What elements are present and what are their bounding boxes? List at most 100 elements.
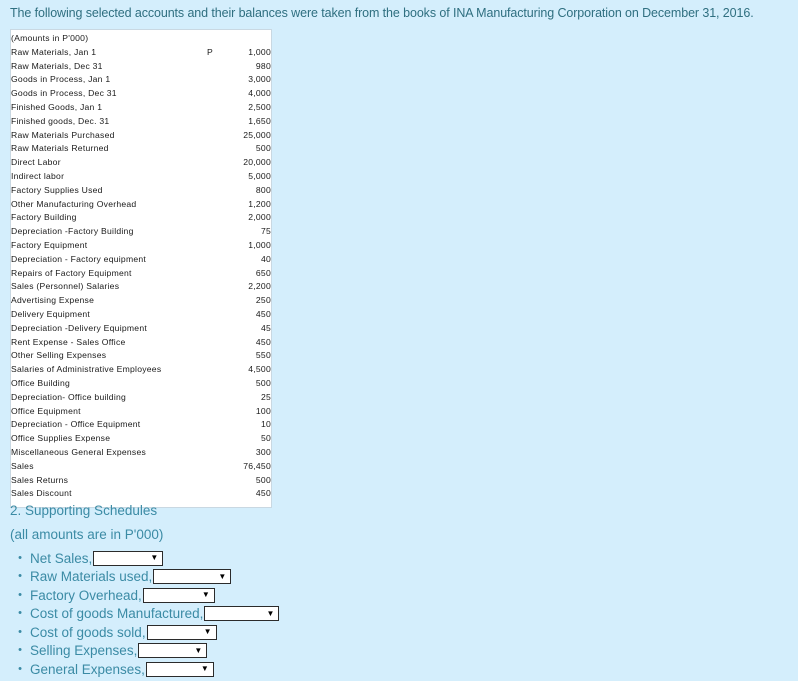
account-amount: 1,200 bbox=[248, 198, 271, 209]
table-row: Raw Materials, Jan 1 P 1,000 bbox=[11, 46, 271, 60]
chevron-down-icon: ▼ bbox=[150, 553, 159, 562]
account-amount: 100 bbox=[255, 405, 271, 416]
account-currency-symbol bbox=[207, 418, 223, 432]
table-row: Finished goods, Dec. 31 1,650 bbox=[11, 115, 271, 129]
chevron-down-icon: ▼ bbox=[200, 664, 209, 673]
list-item: • Net Sales, ▼ bbox=[0, 549, 279, 567]
account-label: Indirect labor bbox=[11, 170, 65, 181]
chevron-down-icon: ▼ bbox=[201, 590, 210, 599]
table-row: Other Selling Expenses 550 bbox=[11, 349, 271, 363]
schedule-item-label: Cost of goods sold, bbox=[30, 624, 146, 640]
bullet-icon: • bbox=[18, 588, 22, 601]
table-row: Goods in Process, Jan 1 3,000 bbox=[11, 73, 271, 87]
schedule-answer-dropdown[interactable]: ▼ bbox=[204, 606, 280, 621]
account-amount: 980 bbox=[255, 60, 271, 71]
table-row: Raw Materials Purchased 25,000 bbox=[11, 129, 271, 143]
account-amount: 25 bbox=[260, 391, 271, 402]
account-label: Raw Materials, Dec 31 bbox=[11, 60, 103, 71]
account-currency-symbol: P bbox=[207, 46, 213, 57]
account-amount: 500 bbox=[255, 474, 271, 485]
account-label: Delivery Equipment bbox=[11, 308, 91, 319]
table-row: Direct Labor 20,000 bbox=[11, 156, 271, 170]
account-label: Sales (Personnel) Salaries bbox=[11, 281, 120, 292]
table-row-caption: (Amounts in P'000) bbox=[11, 32, 271, 46]
account-label: Sales bbox=[11, 460, 34, 471]
list-item: • Cost of goods Manufactured, ▼ bbox=[0, 605, 280, 623]
table-row: Salaries of Administrative Employees 4,50… bbox=[11, 363, 271, 377]
schedule-item-label: Selling Expenses, bbox=[30, 643, 138, 658]
table-row: Depreciation - Office Equipment 10 bbox=[11, 418, 271, 432]
account-label: Depreciation- Office building bbox=[11, 391, 127, 402]
account-label: Office Building bbox=[11, 377, 71, 388]
account-currency-symbol bbox=[207, 294, 223, 308]
schedule-answer-dropdown[interactable]: ▼ bbox=[145, 661, 214, 677]
account-amount: 2,200 bbox=[248, 281, 271, 292]
accounts-table-body: (Amounts in P'000) Raw Materials, Jan 1 P… bbox=[11, 32, 271, 501]
list-item: • Factory Overhead, ▼ bbox=[0, 586, 279, 604]
bullet-icon: • bbox=[18, 644, 22, 656]
account-currency-symbol bbox=[207, 308, 223, 322]
bullet-icon: • bbox=[18, 607, 22, 619]
account-currency-symbol bbox=[207, 101, 223, 115]
table-row: Miscellaneous General Expenses 300 bbox=[11, 446, 271, 460]
bullet-icon: • bbox=[18, 570, 22, 582]
account-amount: 40 bbox=[260, 253, 271, 264]
account-amount: 45 bbox=[260, 322, 271, 333]
account-label: Finished goods, Dec. 31 bbox=[11, 115, 110, 126]
chevron-down-icon: ▼ bbox=[194, 645, 203, 655]
account-amount: 76,450 bbox=[243, 460, 271, 471]
bullet-icon: • bbox=[18, 625, 22, 638]
account-label: Sales Discount bbox=[11, 488, 72, 499]
section-title: 2. Supporting Schedules bbox=[10, 503, 158, 518]
account-label: Depreciation -Delivery Equipment bbox=[11, 322, 148, 333]
account-label: Factory Equipment bbox=[11, 239, 88, 250]
account-label: Depreciation - Factory equipment bbox=[11, 253, 147, 264]
schedule-answer-dropdown[interactable]: ▼ bbox=[142, 587, 215, 603]
chevron-down-icon: ▼ bbox=[203, 627, 212, 636]
account-currency-symbol bbox=[207, 280, 223, 294]
list-item: • General Expenses, ▼ bbox=[0, 660, 279, 678]
table-row: Rent Expense - Sales Office 450 bbox=[11, 336, 271, 350]
account-amount: 4,000 bbox=[248, 88, 271, 99]
account-label: Factory Supplies Used bbox=[11, 184, 103, 195]
schedule-answer-dropdown[interactable]: ▼ bbox=[146, 624, 217, 640]
account-currency-symbol bbox=[207, 198, 223, 212]
list-item: • Raw Materials used, ▼ bbox=[0, 568, 279, 586]
account-label: Miscellaneous General Expenses bbox=[11, 446, 147, 457]
account-amount: 5,000 bbox=[248, 170, 271, 181]
account-currency-symbol bbox=[207, 405, 223, 419]
schedule-item-label: General Expenses, bbox=[30, 661, 145, 677]
account-amount: 300 bbox=[255, 446, 271, 457]
schedule-answer-dropdown[interactable]: ▼ bbox=[93, 550, 164, 566]
table-row: Repairs of Factory Equipment 650 bbox=[11, 267, 271, 281]
account-currency-symbol bbox=[207, 487, 223, 501]
account-amount: 2,500 bbox=[248, 101, 271, 112]
table-row: Goods in Process, Dec 31 4,000 bbox=[11, 87, 271, 101]
account-label: Advertising Expense bbox=[11, 295, 95, 306]
account-amount: 4,500 bbox=[248, 364, 271, 375]
account-currency-symbol bbox=[207, 129, 223, 143]
schedule-answer-dropdown[interactable]: ▼ bbox=[153, 569, 232, 584]
list-item: • Cost of goods sold, ▼ bbox=[0, 623, 279, 641]
schedule-answer-dropdown[interactable]: ▼ bbox=[138, 643, 208, 658]
account-amount: 250 bbox=[255, 295, 271, 306]
account-label: Raw Materials Returned bbox=[11, 143, 109, 154]
account-currency-symbol bbox=[207, 73, 223, 87]
account-currency-symbol bbox=[207, 322, 223, 336]
account-amount: 1,000 bbox=[248, 239, 271, 250]
account-label: Depreciation - Office Equipment bbox=[11, 419, 141, 430]
account-amount: 2,000 bbox=[248, 212, 271, 223]
table-row: Delivery Equipment 450 bbox=[11, 308, 271, 322]
account-label: Raw Materials Purchased bbox=[11, 129, 115, 140]
account-amount: 500 bbox=[255, 143, 271, 154]
caption-currency-spacer bbox=[207, 32, 223, 46]
account-label: Finished Goods, Jan 1 bbox=[11, 101, 103, 112]
account-amount: 450 bbox=[255, 488, 271, 499]
account-label: Goods in Process, Dec 31 bbox=[11, 88, 117, 99]
account-label: Factory Building bbox=[11, 212, 77, 223]
account-amount: 550 bbox=[255, 350, 271, 361]
table-row: Sales Returns 500 bbox=[11, 474, 271, 488]
caption-value-spacer bbox=[223, 32, 271, 46]
table-row: Other Manufacturing Overhead 1,200 bbox=[11, 198, 271, 212]
account-currency-symbol bbox=[207, 184, 223, 198]
